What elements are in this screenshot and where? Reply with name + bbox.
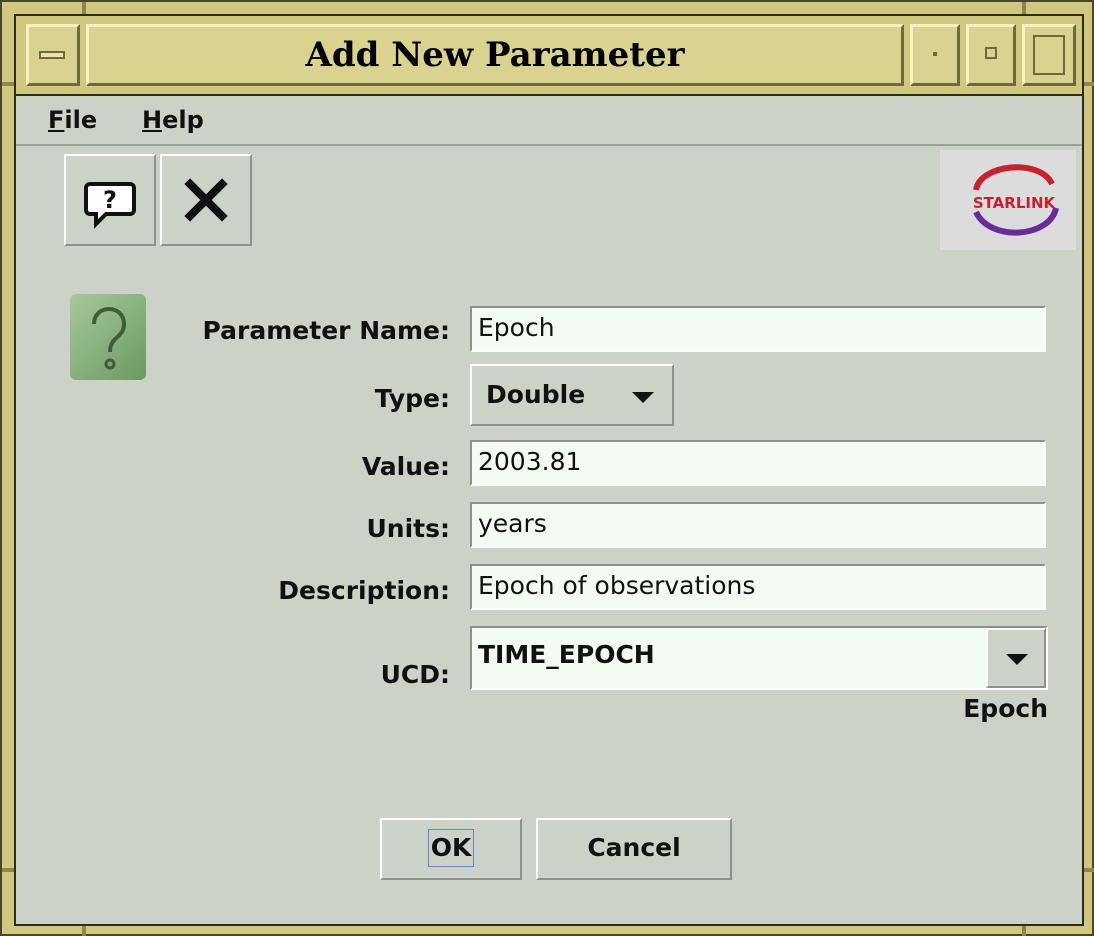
ucd-value: TIME_EPOCH	[478, 640, 655, 669]
description-label: Description:	[278, 576, 450, 605]
fullscreen-button[interactable]	[1022, 24, 1076, 86]
frame-notch	[2, 868, 14, 872]
units-label: Units:	[366, 514, 451, 543]
parameter-name-label: Parameter Name:	[202, 316, 450, 345]
chevron-down-icon	[632, 392, 654, 403]
starlink-logo: STARLINK	[940, 150, 1076, 250]
value-input[interactable]: 2003.81	[470, 440, 1046, 486]
chevron-down-icon	[1006, 654, 1028, 665]
frame-notch	[2, 82, 14, 86]
value-label: Value:	[361, 452, 450, 481]
description-input[interactable]: Epoch of observations	[470, 564, 1046, 610]
logo-text: STARLINK	[973, 194, 1057, 212]
fullscreen-icon	[1033, 35, 1065, 75]
window-frame: Add New Parameter File Help ? STARLINK P…	[0, 0, 1094, 936]
ucd-dropdown-button[interactable]	[986, 628, 1046, 688]
units-input[interactable]: years	[470, 502, 1046, 548]
form-labels: Parameter Name: Type: Value: Units: Desc…	[16, 16, 450, 924]
frame-notch	[82, 2, 86, 14]
minimize-button[interactable]	[910, 24, 960, 86]
ok-button[interactable]: OK	[380, 818, 522, 880]
parameter-name-input[interactable]: Epoch	[470, 306, 1046, 352]
type-dropdown[interactable]: Double	[470, 364, 674, 426]
minimize-icon	[933, 52, 937, 56]
type-label: Type:	[374, 384, 450, 413]
window-body: Add New Parameter File Help ? STARLINK P…	[14, 14, 1084, 926]
maximize-icon	[985, 47, 997, 59]
cancel-button[interactable]: Cancel	[536, 818, 732, 880]
ok-label: OK	[427, 829, 475, 867]
starlink-logo-graphic: STARLINK	[973, 164, 1059, 236]
type-value: Double	[486, 380, 586, 409]
frame-notch	[1022, 2, 1026, 14]
ucd-description: Epoch	[963, 694, 1048, 723]
ucd-label: UCD:	[380, 660, 450, 689]
ucd-combobox[interactable]: TIME_EPOCH	[470, 626, 1048, 690]
maximize-button[interactable]	[966, 24, 1016, 86]
